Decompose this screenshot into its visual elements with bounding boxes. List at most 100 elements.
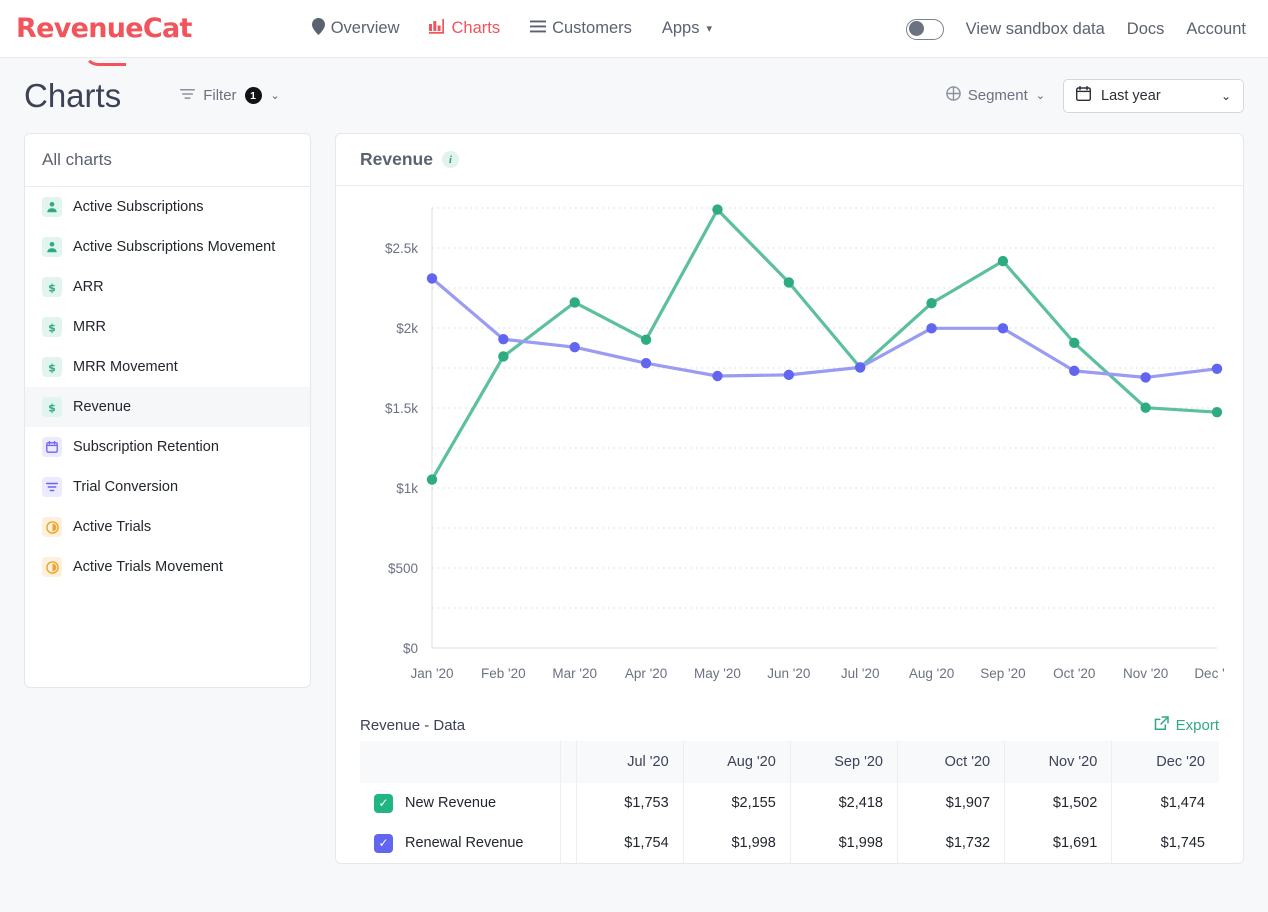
svg-text:$: $ <box>48 401 56 413</box>
segment-button[interactable]: Segment ⌄ <box>946 86 1045 105</box>
filter-button[interactable]: Filter 1 ⌄ <box>180 87 280 104</box>
external-link-icon <box>1154 716 1169 735</box>
data-point-new-revenue[interactable] <box>998 256 1008 266</box>
sidebar-item-label: Subscription Retention <box>73 439 219 455</box>
table-cell-value: $2,418 <box>790 783 897 823</box>
nav-label-apps: Apps <box>662 19 700 38</box>
table-cell-series-name: ✓Renewal Revenue <box>360 823 560 863</box>
svg-text:$: $ <box>48 361 56 373</box>
data-point-new-revenue[interactable] <box>570 297 580 307</box>
data-table-scroll[interactable]: Jul '20Aug '20Sep '20Oct '20Nov '20Dec '… <box>336 741 1243 863</box>
chart-area: $0$500$1k$1.5k$2k$2.5kJan '20Feb '20Mar … <box>336 186 1243 702</box>
filter-label: Filter <box>203 87 236 104</box>
y-axis-tick-label: $500 <box>388 561 418 576</box>
data-point-renewal-revenue[interactable] <box>1069 366 1079 376</box>
sidebar-item-revenue[interactable]: $Revenue <box>25 387 310 427</box>
sidebar-item-active-subscriptions[interactable]: Active Subscriptions <box>25 187 310 227</box>
table-col-header: Jul '20 <box>576 741 683 783</box>
segment-icon <box>946 86 961 105</box>
revenue-line-chart[interactable]: $0$500$1k$1.5k$2k$2.5kJan '20Feb '20Mar … <box>360 198 1225 698</box>
series-line-renewal-revenue <box>432 278 1217 377</box>
sandbox-data-toggle[interactable] <box>906 19 944 40</box>
x-axis-tick-label: Jan '20 <box>410 666 453 681</box>
sidebar-item-trial-conversion[interactable]: Trial Conversion <box>25 467 310 507</box>
filter-icon <box>180 87 195 104</box>
table-col-header: Aug '20 <box>683 741 790 783</box>
data-point-new-revenue[interactable] <box>1140 402 1150 412</box>
bar-chart-icon <box>429 19 445 39</box>
x-axis-tick-label: Feb '20 <box>481 666 526 681</box>
table-row: ✓New Revenue$1,753$2,155$2,418$1,907$1,5… <box>360 783 1219 823</box>
person-icon <box>42 197 62 217</box>
page-header: Charts Filter 1 ⌄ Segment ⌄ <box>0 58 1268 133</box>
data-point-renewal-revenue[interactable] <box>784 370 794 380</box>
data-point-new-revenue[interactable] <box>784 277 794 287</box>
data-section-title: Revenue - Data <box>360 717 465 734</box>
x-axis-tick-label: Dec '20 <box>1194 666 1225 681</box>
data-point-renewal-revenue[interactable] <box>570 342 580 352</box>
data-point-renewal-revenue[interactable] <box>641 358 651 368</box>
charts-sidebar: All charts Active SubscriptionsActive Su… <box>24 133 311 688</box>
nav-link-account[interactable]: Account <box>1186 20 1246 39</box>
table-cell-value: $1,753 <box>576 783 683 823</box>
chevron-down-icon: ▾ <box>706 22 712 35</box>
table-cell-truncated <box>560 823 576 863</box>
revenuecat-logo[interactable]: RevenueCat <box>16 15 192 42</box>
calendar-icon <box>1076 86 1091 105</box>
table-body: ✓New Revenue$1,753$2,155$2,418$1,907$1,5… <box>360 783 1219 863</box>
data-point-renewal-revenue[interactable] <box>926 323 936 333</box>
data-point-new-revenue[interactable] <box>498 351 508 361</box>
sidebar-item-active-subscriptions-movement[interactable]: Active Subscriptions Movement <box>25 227 310 267</box>
table-cell-value: $1,474 <box>1112 783 1219 823</box>
table-cell-value: $1,732 <box>897 823 1004 863</box>
sidebar-item-subscription-retention[interactable]: Subscription Retention <box>25 427 310 467</box>
data-point-renewal-revenue[interactable] <box>1140 372 1150 382</box>
series-checkbox[interactable]: ✓ <box>374 834 393 853</box>
sidebar-item-label: MRR <box>73 319 106 335</box>
data-point-new-revenue[interactable] <box>427 474 437 484</box>
export-button[interactable]: Export <box>1154 716 1219 735</box>
data-point-renewal-revenue[interactable] <box>855 362 865 372</box>
data-point-renewal-revenue[interactable] <box>427 273 437 283</box>
chart-title: Revenue <box>360 149 433 170</box>
series-checkbox[interactable]: ✓ <box>374 794 393 813</box>
data-point-renewal-revenue[interactable] <box>998 323 1008 333</box>
nav-label-overview: Overview <box>331 19 400 38</box>
date-range-select[interactable]: Last year ⌄ <box>1063 79 1244 113</box>
nav-item-overview[interactable]: Overview <box>312 18 400 40</box>
data-point-new-revenue[interactable] <box>1069 338 1079 348</box>
nav-item-customers[interactable]: Customers <box>530 19 632 38</box>
dollar-icon: $ <box>42 357 62 377</box>
location-pin-icon <box>312 18 325 40</box>
sidebar-item-arr[interactable]: $ARR <box>25 267 310 307</box>
filter-count-badge: 1 <box>245 87 262 104</box>
data-point-new-revenue[interactable] <box>712 204 722 214</box>
calendar-icon <box>42 437 62 457</box>
nav-link-docs[interactable]: Docs <box>1127 20 1165 39</box>
x-axis-tick-label: Jul '20 <box>841 666 880 681</box>
info-icon[interactable]: i <box>442 151 459 168</box>
data-point-renewal-revenue[interactable] <box>712 371 722 381</box>
sidebar-item-mrr-movement[interactable]: $MRR Movement <box>25 347 310 387</box>
table-cell-value: $1,998 <box>683 823 790 863</box>
brand-name: RevenueCat <box>16 15 192 42</box>
main-content: All charts Active SubscriptionsActive Su… <box>0 133 1268 864</box>
sidebar-item-active-trials[interactable]: Active Trials <box>25 507 310 547</box>
segment-label: Segment <box>968 87 1028 104</box>
nav-label-charts: Charts <box>451 19 500 38</box>
x-axis-tick-label: Apr '20 <box>625 666 667 681</box>
nav-right-group: View sandbox data Docs Account <box>906 0 1246 58</box>
nav-item-charts[interactable]: Charts <box>429 19 500 39</box>
data-point-new-revenue[interactable] <box>1212 407 1222 417</box>
sidebar-item-active-trials-movement[interactable]: Active Trials Movement <box>25 547 310 587</box>
table-cell-value: $2,155 <box>683 783 790 823</box>
data-point-renewal-revenue[interactable] <box>498 334 508 344</box>
top-navigation-bar: RevenueCat Overview Charts <box>0 0 1268 58</box>
data-point-new-revenue[interactable] <box>641 334 651 344</box>
export-label: Export <box>1176 717 1219 734</box>
data-point-new-revenue[interactable] <box>926 298 936 308</box>
toggle-knob <box>909 21 924 36</box>
sidebar-item-mrr[interactable]: $MRR <box>25 307 310 347</box>
data-point-renewal-revenue[interactable] <box>1212 364 1222 374</box>
nav-item-apps[interactable]: Apps ▾ <box>662 19 712 38</box>
